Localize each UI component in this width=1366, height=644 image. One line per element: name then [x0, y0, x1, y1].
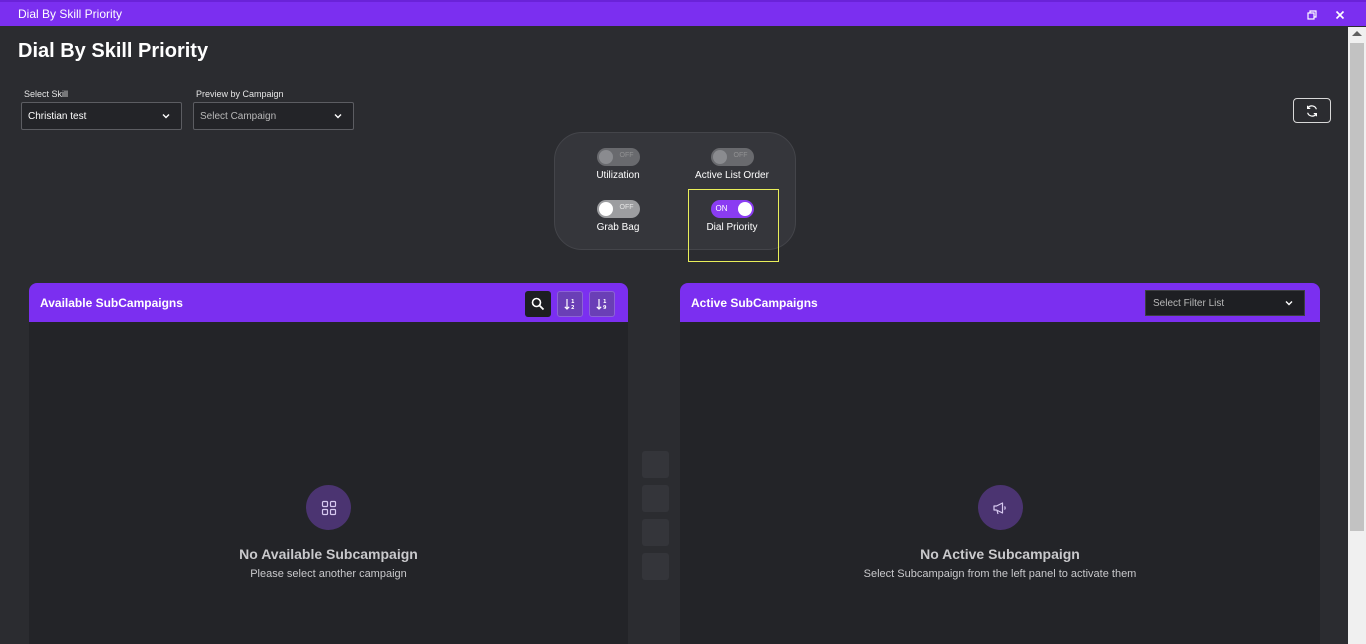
svg-text:2: 2	[571, 305, 575, 311]
grab-bag-toggle-group: OFF Grab Bag	[568, 200, 668, 233]
search-icon	[531, 297, 545, 311]
filter-list-dropdown[interactable]: Select Filter List	[1145, 290, 1305, 316]
move-right-button[interactable]	[642, 451, 669, 478]
select-skill-label: Select Skill	[24, 89, 69, 99]
available-subcampaigns-title: Available SubCampaigns	[40, 295, 183, 310]
grab-bag-toggle-state: OFF	[619, 204, 634, 211]
chevron-down-icon	[162, 114, 170, 119]
active-list-order-label: Active List Order	[695, 170, 769, 181]
vertical-scrollbar[interactable]	[1348, 27, 1366, 644]
active-empty-title: No Active Subcampaign	[920, 546, 1080, 562]
available-empty-state: No Available Subcampaign Please select a…	[29, 485, 628, 580]
close-icon[interactable]	[1332, 7, 1348, 23]
utilization-label: Utilization	[596, 170, 640, 181]
select-skill-dropdown[interactable]: Christian test	[21, 102, 182, 130]
available-toolbar: 12 19	[525, 291, 615, 317]
available-empty-title: No Available Subcampaign	[239, 546, 418, 562]
toggle-knob	[598, 202, 613, 216]
available-subcampaigns-header: Available SubCampaigns 12 19	[29, 283, 628, 322]
available-empty-subtitle: Please select another campaign	[250, 568, 407, 580]
active-list-order-toggle-state: OFF	[733, 152, 748, 159]
active-list-order-toggle[interactable]: OFF	[710, 148, 754, 166]
active-list-order-toggle-group: OFF Active List Order	[682, 148, 782, 181]
move-all-left-button[interactable]	[642, 553, 669, 580]
scroll-up-icon[interactable]	[1352, 31, 1362, 36]
restore-window-icon[interactable]	[1304, 7, 1320, 23]
move-left-button[interactable]	[642, 519, 669, 546]
grid-icon	[306, 485, 351, 530]
refresh-icon	[1307, 104, 1317, 117]
transfer-controls	[642, 451, 669, 580]
sort-descending-button[interactable]: 19	[589, 291, 615, 317]
active-empty-state: No Active Subcampaign Select Subcampaign…	[680, 485, 1320, 580]
select-skill-value: Christian test	[28, 110, 87, 122]
scrollbar-thumb[interactable]	[1350, 43, 1364, 531]
window-titlebar: Dial By Skill Priority	[0, 0, 1366, 26]
utilization-toggle-state: OFF	[619, 152, 634, 159]
toggle-knob	[712, 150, 727, 164]
megaphone-icon	[977, 485, 1023, 530]
refresh-button[interactable]	[1293, 98, 1331, 123]
sort-ascending-icon: 12	[564, 299, 575, 311]
svg-text:9: 9	[603, 305, 607, 311]
active-subcampaigns-title: Active SubCampaigns	[691, 295, 818, 310]
chevron-down-icon	[334, 114, 342, 119]
search-button[interactable]	[525, 291, 551, 317]
sort-ascending-button[interactable]: 12	[557, 291, 583, 317]
available-subcampaigns-panel: Available SubCampaigns 12 19 No Availabl…	[29, 283, 628, 644]
utilization-toggle-group: OFF Utilization	[568, 148, 668, 181]
filter-list-placeholder: Select Filter List	[1153, 297, 1225, 309]
preview-campaign-placeholder: Select Campaign	[200, 110, 277, 122]
grab-bag-toggle[interactable]: OFF	[596, 200, 640, 218]
preview-campaign-label: Preview by Campaign	[196, 89, 284, 99]
window-title: Dial By Skill Priority	[18, 7, 123, 21]
page-title: Dial By Skill Priority	[18, 40, 209, 62]
active-subcampaigns-panel: Active SubCampaigns No Active Subcampaig…	[680, 283, 1320, 644]
toggle-knob	[598, 150, 613, 164]
active-empty-subtitle: Select Subcampaign from the left panel t…	[863, 568, 1137, 580]
preview-campaign-dropdown[interactable]: Select Campaign	[193, 102, 354, 130]
sort-descending-icon: 19	[596, 299, 607, 311]
dial-priority-highlight	[688, 189, 779, 262]
chevron-down-icon	[1285, 301, 1293, 306]
move-all-right-button[interactable]	[642, 485, 669, 512]
utilization-toggle[interactable]: OFF	[596, 148, 640, 166]
grab-bag-label: Grab Bag	[596, 222, 640, 233]
